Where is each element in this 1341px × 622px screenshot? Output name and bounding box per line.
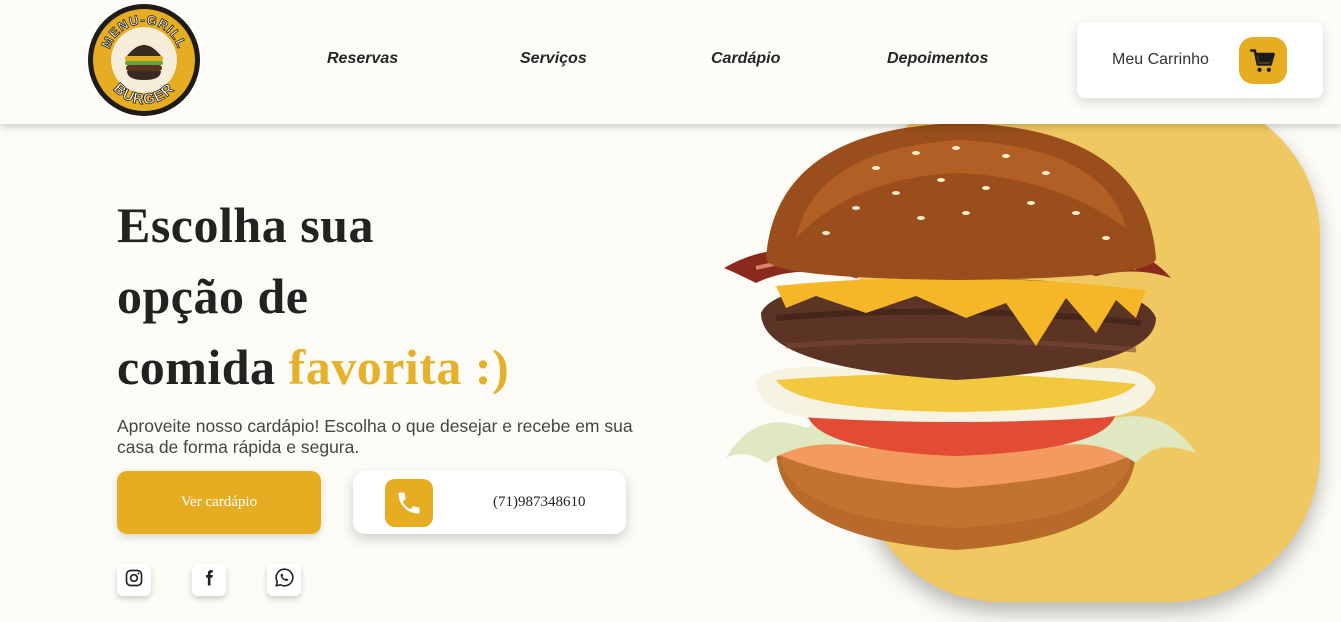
ver-cardapio-button[interactable]: Ver cardápio: [117, 471, 321, 534]
headline-line-1: Escolha sua: [117, 197, 374, 253]
phone-number: (71)987348610: [493, 494, 586, 510]
facebook-link[interactable]: [192, 564, 226, 596]
hero-subtitle: Aproveite nosso cardápio! Escolha o que …: [117, 416, 633, 457]
nav-link-cardapio[interactable]: Cardápio: [711, 50, 780, 68]
phone-icon: [385, 479, 433, 527]
headline-accent: favorita :): [288, 339, 510, 395]
headline-line-2: opção de: [117, 268, 309, 324]
shopping-cart-icon: [1239, 37, 1287, 84]
cart-label: Meu Carrinho: [1112, 51, 1209, 68]
facebook-icon: [200, 569, 218, 592]
burger-image: [716, 118, 1206, 558]
hero-headline: Escolha sua opção de comida favorita :): [117, 190, 597, 403]
nav-link-depoimentos[interactable]: Depoimentos: [887, 50, 988, 68]
nav-link-reservas[interactable]: Reservas: [327, 50, 398, 68]
instagram-link[interactable]: [117, 564, 151, 596]
site-header: MENU-GRILL BURGER Reservas Serviços Card…: [0, 0, 1341, 124]
whatsapp-link[interactable]: [267, 564, 301, 596]
menu-grill-burger-logo[interactable]: MENU-GRILL BURGER: [86, 2, 202, 118]
cart-button[interactable]: Meu Carrinho: [1077, 22, 1323, 98]
instagram-icon: [124, 568, 144, 593]
nav-link-servicos[interactable]: Serviços: [520, 50, 587, 68]
headline-line-3: comida: [117, 339, 276, 395]
whatsapp-icon: [274, 567, 295, 593]
phone-contact-card[interactable]: (71)987348610: [353, 471, 626, 534]
